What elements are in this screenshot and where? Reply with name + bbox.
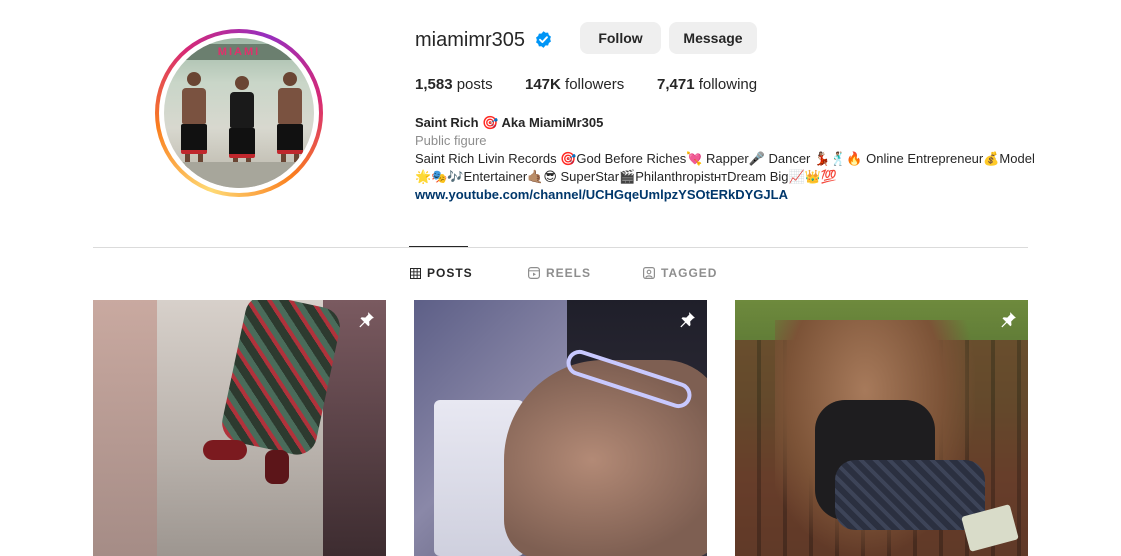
stat-following[interactable]: 7,471 following	[657, 76, 757, 93]
grid-icon	[410, 267, 421, 279]
tagged-icon	[643, 267, 655, 279]
message-button[interactable]: Message	[669, 22, 757, 54]
profile-username: miamimr305	[415, 29, 526, 51]
followers-label: followers	[565, 76, 625, 93]
profile-avatar-ring[interactable]: MIAMI	[155, 29, 323, 197]
tab-posts[interactable]: POSTS	[410, 266, 473, 280]
avatar-banner: MIAMI	[164, 44, 314, 60]
followers-count: 147K	[525, 76, 561, 93]
follow-button[interactable]: Follow	[580, 22, 661, 54]
posts-label: posts	[456, 76, 493, 93]
pin-icon	[359, 312, 374, 328]
posts-count: 1,583	[415, 76, 453, 93]
verified-badge-icon	[536, 31, 551, 48]
bio-display-name: Saint Rich 🎯 Aka MiamiMr305	[415, 115, 604, 130]
following-label: following	[698, 76, 758, 93]
stat-followers[interactable]: 147K followers	[525, 76, 624, 93]
pin-icon	[1001, 312, 1016, 328]
avatar[interactable]: MIAMI	[164, 38, 314, 188]
avatar-figure-right	[276, 72, 304, 173]
bio-category: Public figure	[415, 133, 487, 148]
avatar-figure-left	[180, 72, 208, 173]
post-thumbnail-1[interactable]	[93, 300, 386, 556]
stat-posts: 1,583 posts	[415, 76, 493, 93]
avatar-floor	[164, 162, 314, 188]
profile-bio: Saint Rich 🎯 Aka MiamiMr305 Public figur…	[415, 114, 1055, 204]
tab-reels-label: REELS	[546, 266, 592, 280]
bio-line-2: 🌟🎭🎶Entertainer🤙🏽😎 SuperStar🎬Philanthropi…	[415, 169, 838, 184]
tab-active-indicator	[409, 246, 468, 247]
tab-reels[interactable]: REELS	[528, 266, 591, 280]
post-thumbnail-3[interactable]	[735, 300, 1028, 556]
post-thumbnail-2[interactable]	[414, 300, 707, 556]
avatar-figure-center	[228, 76, 256, 177]
profile-page: MIAMI miamimr305 Follow Message 1,583 po…	[0, 0, 1121, 556]
tab-tagged[interactable]: TAGGED	[643, 266, 717, 280]
reels-icon	[528, 267, 540, 279]
tab-tagged-label: TAGGED	[661, 266, 718, 280]
tab-posts-label: POSTS	[427, 266, 473, 280]
avatar-gap: MIAMI	[159, 33, 319, 193]
bio-line-1: Saint Rich Livin Records 🎯God Before Ric…	[415, 151, 1035, 166]
pin-icon	[680, 312, 695, 328]
bio-link[interactable]: www.youtube.com/channel/UCHGqeUmlpzYSOtE…	[415, 186, 1055, 204]
tabs-divider	[93, 247, 1028, 248]
following-count: 7,471	[657, 76, 695, 93]
